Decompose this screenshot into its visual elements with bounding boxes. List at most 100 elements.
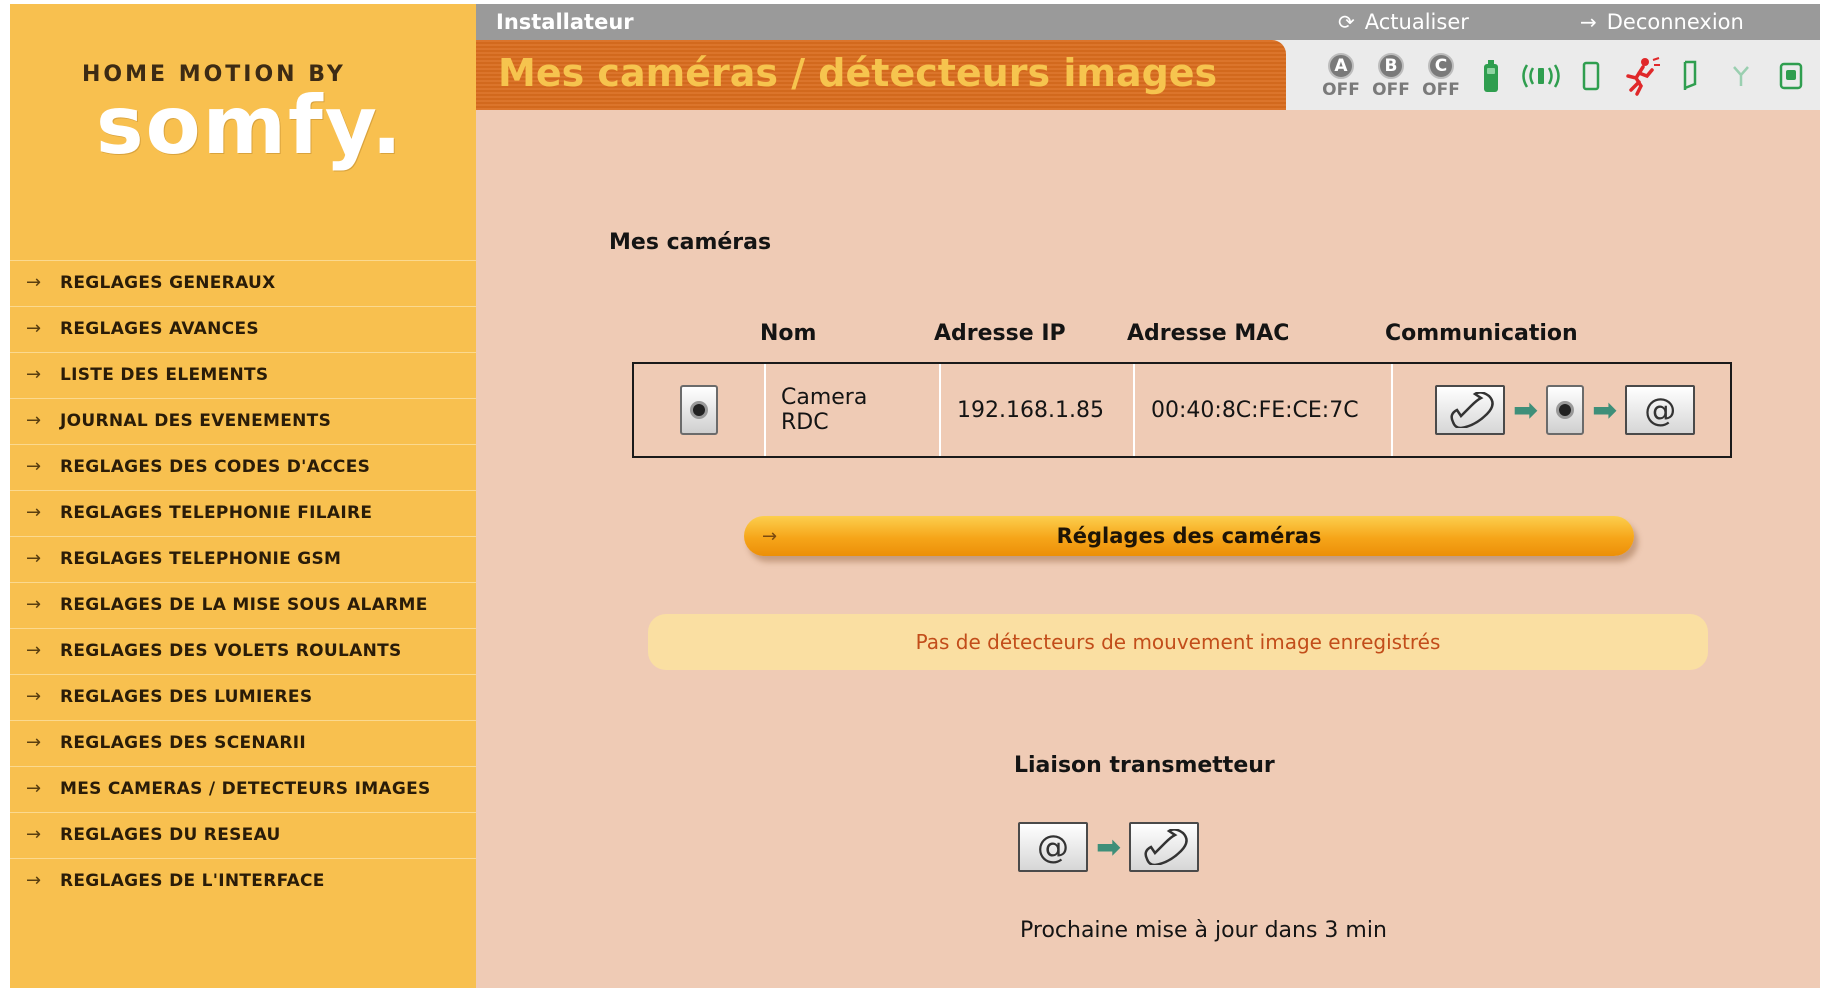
sidebar-item-label: REGLAGES AVANCES: [60, 318, 259, 339]
sidebar-item-label: REGLAGES DE LA MISE SOUS ALARME: [60, 594, 428, 615]
sidebar-item-label: REGLAGES DE L'INTERFACE: [60, 870, 325, 891]
door-sensor-icon: [1566, 54, 1616, 98]
sidebar-item-lumieres[interactable]: → REGLAGES DES LUMIERES: [10, 674, 476, 718]
arrow-right-icon: →: [26, 502, 42, 523]
main-content: Mes caméras Nom Adresse IP Adresse MAC C…: [476, 110, 1820, 988]
arrow-right-icon: →: [26, 686, 42, 707]
arrow-right-icon: →: [26, 272, 42, 293]
arrow-right-icon: →: [26, 732, 42, 753]
user-role: Installateur: [496, 10, 634, 34]
sidebar-item-volets-roulants[interactable]: → REGLAGES DES VOLETS ROULANTS: [10, 628, 476, 672]
camera-settings-button[interactable]: → Réglages des caméras: [744, 516, 1634, 556]
keypad-icon: [1766, 54, 1816, 98]
arrow-right-icon: →: [26, 410, 42, 431]
radio-signal-icon: [1516, 54, 1566, 98]
camera-name-line2: RDC: [781, 410, 829, 435]
page-title-tab: Mes caméras / détecteurs images: [476, 40, 1286, 110]
logout-label: Deconnexion: [1606, 10, 1744, 34]
arrow-right-icon: ➡: [1592, 392, 1618, 428]
camera-mac-cell: 00:40:8C:FE:CE:7C: [1135, 364, 1393, 456]
arrow-right-icon: ➡: [1096, 829, 1122, 865]
sidebar-item-label: REGLAGES DES VOLETS ROULANTS: [60, 640, 402, 661]
page-title: Mes caméras / détecteurs images: [498, 51, 1218, 95]
camera-name-cell: Camera RDC: [766, 364, 941, 456]
logout-link[interactable]: → Deconnexion: [1580, 10, 1744, 34]
tamper-icon: [1666, 54, 1716, 98]
column-header-ip: Adresse IP: [934, 321, 1066, 346]
sidebar-item-label: REGLAGES GENERAUX: [60, 272, 276, 293]
sidebar-item-label: REGLAGES DES LUMIERES: [60, 686, 313, 707]
sidebar-item-label: REGLAGES DES CODES D'ACCES: [60, 456, 371, 477]
column-header-name: Nom: [760, 321, 817, 346]
camera-settings-label: Réglages des caméras: [1056, 524, 1322, 548]
zone-state: OFF: [1372, 79, 1410, 100]
arrow-right-icon: ➡: [1513, 392, 1539, 428]
next-update-text: Prochaine mise à jour dans 3 min: [1020, 918, 1387, 943]
zone-letter: C: [1428, 52, 1454, 79]
phone-icon: [1435, 385, 1505, 435]
camera-icon-cell: [634, 364, 766, 456]
arrow-right-icon: →: [1580, 10, 1597, 34]
cameras-table-row[interactable]: Camera RDC 192.168.1.85 00:40:8C:FE:CE:7…: [632, 362, 1732, 458]
internet-at-icon: @: [1625, 385, 1696, 435]
sidebar-item-journal-evenements[interactable]: → JOURNAL DES EVENEMENTS: [10, 398, 476, 442]
zone-state: OFF: [1422, 79, 1460, 100]
cameras-table-header: Nom Adresse IP Adresse MAC Communication: [632, 317, 1734, 353]
sidebar-item-label: REGLAGES TELEPHONIE GSM: [60, 548, 342, 569]
sidebar-item-cameras-detecteurs[interactable]: → MES CAMERAS / DETECTEURS IMAGES: [10, 766, 476, 810]
sidebar-item-label: REGLAGES TELEPHONIE FILAIRE: [60, 502, 373, 523]
antenna-icon: [1716, 54, 1766, 98]
sidebar-item-scenarii[interactable]: → REGLAGES DES SCENARII: [10, 720, 476, 764]
camera-mac: 00:40:8C:FE:CE:7C: [1151, 397, 1359, 423]
column-header-communication: Communication: [1385, 321, 1578, 346]
liaison-heading: Liaison transmetteur: [1014, 753, 1275, 778]
sidebar-item-label: LISTE DES ELEMENTS: [60, 364, 269, 385]
zone-letter: B: [1378, 52, 1404, 79]
cameras-heading: Mes caméras: [609, 230, 772, 255]
sidebar-item-telephonie-gsm[interactable]: → REGLAGES TELEPHONIE GSM: [10, 536, 476, 580]
sidebar-item-liste-elements[interactable]: → LISTE DES ELEMENTS: [10, 352, 476, 396]
arrow-right-icon: →: [26, 594, 42, 615]
zone-a-status: A OFF: [1316, 52, 1366, 100]
camera-ip-cell: 192.168.1.85: [941, 364, 1135, 456]
refresh-link[interactable]: ⟳ Actualiser: [1338, 10, 1469, 34]
arrow-right-icon: →: [26, 870, 42, 891]
logo-brand: somfy.: [96, 79, 404, 172]
sidebar-item-telephonie-filaire[interactable]: → REGLAGES TELEPHONIE FILAIRE: [10, 490, 476, 534]
sidebar-item-codes-acces[interactable]: → REGLAGES DES CODES D'ACCES: [10, 444, 476, 488]
sidebar-item-reseau[interactable]: → REGLAGES DU RESEAU: [10, 812, 476, 856]
camera-icon: [1546, 385, 1585, 435]
arrow-right-icon: →: [26, 778, 42, 799]
title-band: Mes caméras / détecteurs images A OFF B …: [476, 40, 1820, 110]
sidebar-item-label: REGLAGES DES SCENARII: [60, 732, 307, 753]
liaison-flow: @ ➡: [1018, 822, 1200, 872]
arrow-right-icon: →: [26, 456, 42, 477]
zone-state: OFF: [1322, 79, 1360, 100]
arrow-right-icon: →: [26, 824, 42, 845]
sidebar-item-label: MES CAMERAS / DETECTEURS IMAGES: [60, 778, 431, 799]
camera-name-line1: Camera: [781, 384, 868, 410]
camera-communication-cell: ➡ ➡ @: [1393, 364, 1730, 456]
zone-letter: A: [1328, 52, 1354, 79]
arrow-right-icon: →: [26, 364, 42, 385]
zone-b-status: B OFF: [1366, 52, 1416, 100]
sidebar-item-mise-sous-alarme[interactable]: → REGLAGES DE LA MISE SOUS ALARME: [10, 582, 476, 626]
column-header-mac: Adresse MAC: [1127, 321, 1290, 346]
sidebar-menu: → REGLAGES GENERAUX → REGLAGES AVANCES → LI…: [10, 260, 476, 904]
arrow-right-icon: →: [26, 548, 42, 569]
refresh-label: Actualiser: [1364, 10, 1469, 34]
camera-icon: [680, 385, 718, 435]
sidebar: HOME MOTION BY somfy. → REGLAGES GENERAUX…: [10, 4, 476, 988]
sidebar-item-label: REGLAGES DU RESEAU: [60, 824, 281, 845]
sidebar-item-interface[interactable]: → REGLAGES DE L'INTERFACE: [10, 858, 476, 902]
sidebar-item-reglages-avances[interactable]: → REGLAGES AVANCES: [10, 306, 476, 350]
status-icons: A OFF B OFF C OFF: [1316, 48, 1816, 104]
sidebar-item-reglages-generaux[interactable]: → REGLAGES GENERAUX: [10, 260, 476, 304]
somfy-logo: HOME MOTION BY somfy.: [10, 4, 476, 258]
zone-c-status: C OFF: [1416, 52, 1466, 100]
top-bar: Installateur ⟳ Actualiser → Deconnexion: [476, 4, 1820, 40]
battery-icon: [1466, 54, 1516, 98]
arrow-right-icon: →: [26, 318, 42, 339]
phone-icon: [1129, 822, 1200, 872]
intrusion-alert-icon: [1616, 54, 1666, 98]
